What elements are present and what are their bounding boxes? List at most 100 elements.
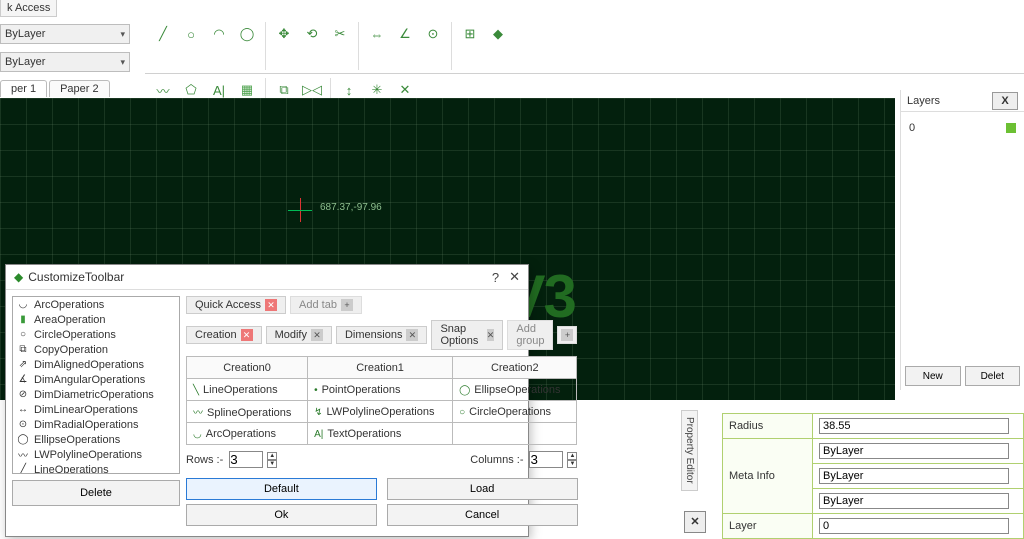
snap-end-icon[interactable]: ◆ bbox=[486, 22, 510, 46]
dialog-title: CustomizeToolbar bbox=[28, 270, 124, 284]
list-item: ◡ArcOperations bbox=[13, 297, 179, 312]
grid-cell[interactable]: ○CircleOperations bbox=[453, 401, 577, 423]
dim-icon[interactable]: ⇔ bbox=[365, 22, 389, 46]
rows-label: Rows :- bbox=[186, 454, 223, 466]
cursor-horizontal bbox=[288, 210, 312, 211]
trim-icon[interactable]: ✂ bbox=[328, 22, 352, 46]
prop-radius-input[interactable] bbox=[819, 418, 1009, 434]
prop-meta-input-1[interactable] bbox=[819, 443, 1009, 459]
separator bbox=[358, 22, 359, 70]
close-icon[interactable]: ✕ bbox=[487, 329, 495, 341]
prop-meta-input-3[interactable] bbox=[819, 493, 1009, 509]
close-icon[interactable]: ✕ bbox=[241, 329, 253, 341]
list-item: ╱LineOperations bbox=[13, 462, 179, 474]
help-button[interactable]: ? bbox=[492, 270, 499, 285]
close-icon[interactable]: ✕ bbox=[311, 329, 323, 341]
tab-snap-options[interactable]: Snap Options✕ bbox=[431, 320, 503, 350]
col-head: Creation2 bbox=[453, 357, 577, 379]
text-icon: A| bbox=[314, 429, 323, 440]
prop-meta-label: Meta Info bbox=[723, 439, 813, 514]
tab-modify[interactable]: Modify✕ bbox=[266, 326, 332, 344]
snap-grid-icon[interactable]: ⊞ bbox=[458, 22, 482, 46]
cols-input[interactable] bbox=[529, 451, 563, 468]
operations-list[interactable]: ◡ArcOperations ▮AreaOperation ○CircleOpe… bbox=[12, 296, 180, 474]
arc-icon[interactable]: ◠ bbox=[207, 22, 231, 46]
col-head: Creation1 bbox=[308, 357, 453, 379]
grid-cell[interactable]: ↯LWPolylineOperations bbox=[308, 401, 453, 423]
linetype-value: ByLayer bbox=[5, 28, 45, 40]
circle-icon[interactable]: ○ bbox=[179, 22, 203, 46]
dim-aligned-icon: ⇗ bbox=[17, 359, 29, 370]
dialog-titlebar[interactable]: ◆ CustomizeToolbar ? ✕ bbox=[6, 265, 528, 290]
grid-cell[interactable]: 〰SplineOperations bbox=[187, 401, 308, 423]
close-icon[interactable]: ✕ bbox=[265, 299, 277, 311]
prop-meta-input-2[interactable] bbox=[819, 468, 1009, 484]
ribbon-tab-quickaccess[interactable]: k Access bbox=[0, 0, 57, 17]
cols-label: Columns :- bbox=[470, 454, 523, 466]
ok-button[interactable]: Ok bbox=[186, 504, 377, 526]
add-tab-button[interactable]: Add tab+ bbox=[290, 296, 362, 314]
list-item: ⊘DimDiametricOperations bbox=[13, 387, 179, 402]
angle-icon[interactable]: ∠ bbox=[393, 22, 417, 46]
prop-radius-label: Radius bbox=[723, 414, 813, 439]
arc-icon: ◡ bbox=[17, 299, 29, 310]
layers-close-button[interactable]: X bbox=[992, 92, 1018, 110]
layer-delete-button[interactable]: Delet bbox=[965, 366, 1021, 386]
property-editor-tab[interactable]: Property Editor bbox=[681, 410, 698, 491]
cancel-button[interactable]: Cancel bbox=[387, 504, 578, 526]
tab-paper-2[interactable]: Paper 2 bbox=[49, 80, 110, 97]
grid-cell[interactable]: •PointOperations bbox=[308, 379, 453, 401]
radius-icon[interactable]: ⊙ bbox=[421, 22, 445, 46]
tab-paper-1[interactable]: per 1 bbox=[0, 80, 47, 97]
rows-input[interactable] bbox=[229, 451, 263, 468]
add-group-button[interactable]: Add group bbox=[507, 320, 553, 350]
tab-quick-access[interactable]: Quick Access✕ bbox=[186, 296, 286, 314]
tab-creation[interactable]: Creation✕ bbox=[186, 326, 262, 344]
lwpoly-icon: 〰 bbox=[17, 447, 29, 462]
prop-layer-label: Layer bbox=[723, 514, 813, 539]
grid-cell[interactable]: A|TextOperations bbox=[308, 423, 453, 445]
lwpoly-icon: ↯ bbox=[314, 407, 322, 418]
grid-cell[interactable]: ◯EllipseOperations bbox=[453, 379, 577, 401]
move-icon[interactable]: ✥ bbox=[272, 22, 296, 46]
grid-cell-empty[interactable] bbox=[453, 423, 577, 445]
plus-icon: + bbox=[341, 299, 353, 311]
list-item: ⇗DimAlignedOperations bbox=[13, 357, 179, 372]
dim-diam-icon: ⊘ bbox=[17, 389, 29, 400]
ellipse-icon: ◯ bbox=[17, 434, 29, 445]
cols-spinner[interactable]: ▲▼ bbox=[567, 452, 577, 468]
grid-cell[interactable]: ╲LineOperations bbox=[187, 379, 308, 401]
line-icon[interactable]: ╱ bbox=[151, 22, 175, 46]
rotate-icon[interactable]: ⟲ bbox=[300, 22, 324, 46]
circle-icon: ○ bbox=[17, 329, 29, 340]
lineweight-value: ByLayer bbox=[5, 56, 45, 68]
arc-icon: ◡ bbox=[193, 429, 202, 440]
spline-icon: 〰 bbox=[193, 408, 203, 419]
add-group-plus[interactable]: + bbox=[557, 326, 577, 344]
separator bbox=[265, 22, 266, 70]
panel-close-button[interactable]: ✕ bbox=[684, 511, 706, 533]
dim-angular-icon: ∡ bbox=[17, 374, 29, 385]
linetype-combo[interactable]: ByLayer ▾ bbox=[0, 24, 130, 44]
dim-radial-icon: ⊙ bbox=[17, 419, 29, 430]
app-icon: ◆ bbox=[14, 270, 23, 284]
line-icon: ╱ bbox=[17, 464, 29, 474]
lineweight-combo[interactable]: ByLayer ▾ bbox=[0, 52, 130, 72]
delete-button[interactable]: Delete bbox=[12, 480, 180, 506]
layer-name: 0 bbox=[909, 122, 915, 134]
grid-cell[interactable]: ◡ArcOperations bbox=[187, 423, 308, 445]
layer-row[interactable]: 0 bbox=[907, 118, 1018, 138]
default-button[interactable]: Default bbox=[186, 478, 377, 500]
rows-spinner[interactable]: ▲▼ bbox=[267, 452, 277, 468]
ellipse-icon: ◯ bbox=[459, 385, 470, 396]
chevron-down-icon: ▾ bbox=[120, 29, 125, 40]
load-button[interactable]: Load bbox=[387, 478, 578, 500]
ellipse-icon[interactable]: ◯ bbox=[235, 22, 259, 46]
cursor-coords: 687.37,-97.96 bbox=[320, 202, 382, 213]
tab-dimensions[interactable]: Dimensions✕ bbox=[336, 326, 427, 344]
col-head: Creation0 bbox=[187, 357, 308, 379]
layer-new-button[interactable]: New bbox=[905, 366, 961, 386]
close-icon[interactable]: ✕ bbox=[406, 329, 418, 341]
close-button[interactable]: ✕ bbox=[509, 269, 520, 285]
prop-layer-input[interactable] bbox=[819, 518, 1009, 534]
